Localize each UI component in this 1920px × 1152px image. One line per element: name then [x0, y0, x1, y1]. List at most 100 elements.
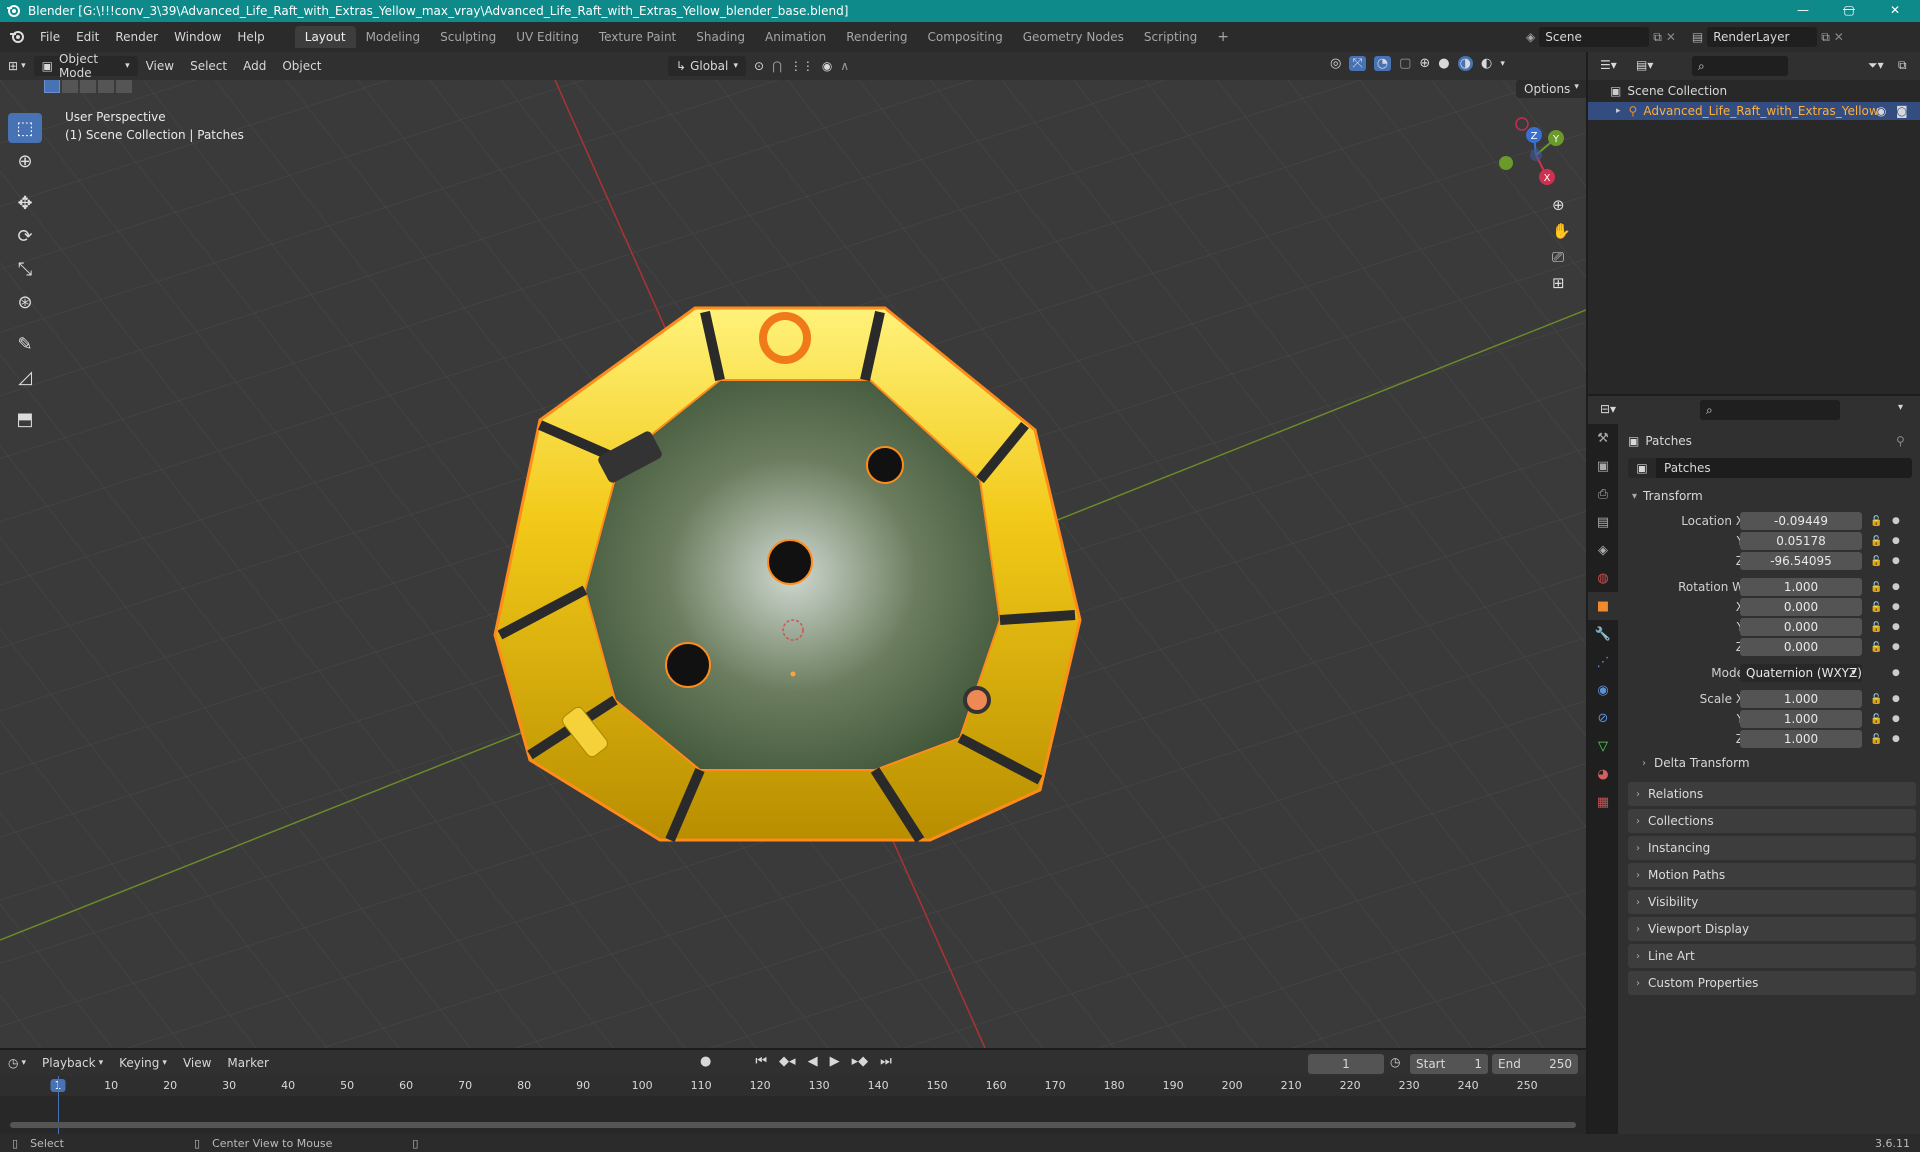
pan-hand-icon[interactable]: ✋ [1552, 222, 1571, 240]
3d-viewport[interactable]: User Perspective (1) Scene Collection | … [0, 80, 1586, 1048]
blender-menu-icon[interactable] [8, 28, 26, 46]
panel-viewport-display[interactable]: › Viewport Display [1628, 917, 1916, 941]
outliner-search-input[interactable]: ⌕ [1692, 56, 1788, 76]
menu-playback[interactable]: Playback ▾ [34, 1053, 111, 1073]
tab-scripting[interactable]: Scripting [1134, 26, 1207, 48]
keyframe-dot-icon[interactable]: ● [1892, 642, 1900, 652]
menu-file[interactable]: File [32, 30, 68, 44]
tab-compositing[interactable]: Compositing [917, 26, 1012, 48]
maximize-button[interactable]: ▢ [1826, 0, 1872, 22]
editor-type-icon[interactable]: ☰▾ [1600, 58, 1617, 72]
proportional-edit-icon[interactable]: ◉ [822, 59, 832, 73]
zoom-icon[interactable]: ⊕ [1552, 196, 1571, 214]
lock-icon[interactable]: 🔓 [1870, 714, 1882, 725]
delta-transform-header[interactable]: › Delta Transform [1642, 756, 1750, 770]
keyframe-dot-icon[interactable]: ● [1892, 516, 1900, 526]
tab-geometry-nodes[interactable]: Geometry Nodes [1013, 26, 1134, 48]
delete-layer-icon[interactable]: ✕ [1834, 30, 1844, 44]
xray-icon[interactable]: ▢ [1399, 56, 1411, 71]
lock-icon[interactable]: 🔓 [1870, 642, 1882, 653]
scene-selector[interactable]: Scene [1539, 27, 1650, 47]
current-frame-field[interactable]: 1 [1308, 1054, 1384, 1074]
neg-x-axis-handle[interactable] [1515, 117, 1529, 131]
menu-window[interactable]: Window [166, 30, 229, 44]
prev-keyframe-icon[interactable]: ◆◂ [779, 1054, 796, 1069]
axis-gizmo[interactable]: Z Y X [1490, 110, 1580, 190]
location-y-field[interactable]: 0.05178 [1740, 532, 1862, 550]
start-frame-field[interactable]: Start 1 [1410, 1054, 1488, 1074]
material-tab-icon[interactable]: ◕ [1588, 760, 1618, 788]
lock-icon[interactable]: 🔓 [1870, 622, 1882, 633]
menu-keying[interactable]: Keying ▾ [111, 1053, 175, 1073]
lock-icon[interactable]: 🔓 [1870, 536, 1882, 547]
chevron-down-icon[interactable]: ▾ [1898, 402, 1903, 413]
tab-texture-paint[interactable]: Texture Paint [589, 26, 686, 48]
keyframe-dot-icon[interactable]: ● [1892, 582, 1900, 592]
delete-scene-icon[interactable]: ✕ [1666, 30, 1676, 44]
particles-tab-icon[interactable]: ⋰ [1588, 648, 1618, 676]
jump-start-icon[interactable]: ⏮ [755, 1054, 767, 1069]
wireframe-shading-icon[interactable]: ⊕ [1419, 56, 1430, 71]
add-workspace-button[interactable]: + [1207, 25, 1239, 49]
annotate-tool[interactable]: ✎ [8, 329, 42, 359]
rotation-w-field[interactable]: 1.000 [1740, 578, 1862, 596]
new-collection-icon[interactable]: ⧉ [1898, 58, 1907, 73]
rendered-shading-icon[interactable]: ◐ [1481, 56, 1492, 71]
lock-icon[interactable]: 🔓 [1870, 556, 1882, 567]
neg-z-axis-handle[interactable] [1530, 149, 1542, 161]
object-name-field[interactable]: Patches [1656, 458, 1912, 478]
camera-icon[interactable]: ◙ [1896, 104, 1908, 118]
scale-z-field[interactable]: 1.000 [1740, 730, 1862, 748]
editor-type-icon[interactable]: ⊟▾ [1600, 402, 1616, 416]
keyframe-dot-icon[interactable]: ● [1892, 714, 1900, 724]
panel-instancing[interactable]: › Instancing [1628, 836, 1916, 860]
constraints-tab-icon[interactable]: ⊘ [1588, 704, 1618, 732]
rotation-z-field[interactable]: 0.000 [1740, 638, 1862, 656]
transform-panel-header[interactable]: ▾ Transform [1628, 484, 1916, 508]
output-tab-icon[interactable]: ⎙ [1588, 480, 1618, 508]
measure-tool[interactable]: ◿ [8, 362, 42, 392]
location-x-field[interactable]: -0.09449 [1740, 512, 1862, 530]
panel-custom-properties[interactable]: › Custom Properties [1628, 971, 1916, 995]
transform-tool[interactable]: ⊛ [8, 287, 42, 317]
falloff-icon[interactable]: ∧ [840, 59, 849, 73]
navigation-gizmo[interactable]: Z Y X ⊕ ✋ ⎚ ⊞ [1490, 110, 1580, 310]
overlay-toggle-icon[interactable]: ◔ [1373, 56, 1392, 71]
lock-icon[interactable]: 🔓 [1870, 582, 1882, 593]
select-new-icon[interactable] [44, 80, 60, 93]
frame-ruler[interactable]: 1102030405060708090100110120130140150160… [0, 1076, 1586, 1096]
menu-object[interactable]: Object [274, 56, 329, 76]
menu-view[interactable]: View [138, 56, 182, 76]
tool-tab-icon[interactable]: ⚒ [1588, 424, 1618, 452]
orientation-selector[interactable]: ↳ Global ▾ [668, 56, 746, 76]
menu-view[interactable]: View [175, 1053, 219, 1073]
ortho-grid-icon[interactable]: ⊞ [1552, 274, 1571, 292]
editor-type-button[interactable]: ◷ ▾ [0, 1053, 34, 1073]
outliner[interactable]: ▣ Scene Collection ▸ ⚲ Advanced_Life_Raf… [1588, 80, 1920, 394]
keyframe-dot-icon[interactable]: ● [1892, 694, 1900, 704]
outliner-item-raft[interactable]: ▸ ⚲ Advanced_Life_Raft_with_Extras_Yello… [1588, 102, 1920, 120]
keyframe-dot-icon[interactable]: ● [1892, 734, 1900, 744]
view-layer-icon[interactable]: ▤ [1692, 30, 1703, 44]
physics-tab-icon[interactable]: ◉ [1588, 676, 1618, 704]
jump-end-icon[interactable]: ⏭ [880, 1054, 892, 1069]
location-z-field[interactable]: -96.54095 [1740, 552, 1862, 570]
snap-target-icon[interactable]: ⋮⋮ [790, 59, 814, 73]
menu-select[interactable]: Select [182, 56, 235, 76]
minimize-button[interactable]: — [1780, 0, 1826, 22]
select-subtract-icon[interactable] [80, 80, 96, 93]
panel-visibility[interactable]: › Visibility [1628, 890, 1916, 914]
gizmo-toggle-icon[interactable]: ⤧ [1349, 56, 1366, 71]
select-intersect-icon[interactable] [116, 80, 132, 93]
editor-type-button[interactable]: ⊞ ▾ [0, 56, 34, 76]
select-extend-icon[interactable] [62, 80, 78, 93]
tab-rendering[interactable]: Rendering [836, 26, 917, 48]
chevron-down-icon[interactable]: ▾ [1500, 59, 1505, 69]
scale-y-field[interactable]: 1.000 [1740, 710, 1862, 728]
scene-tab-icon[interactable]: ◈ [1588, 536, 1618, 564]
scale-tool[interactable]: ⤡ [8, 254, 42, 284]
eye-icon[interactable]: ◉ [1876, 104, 1886, 118]
tab-animation[interactable]: Animation [755, 26, 836, 48]
end-frame-field[interactable]: End 250 [1492, 1054, 1578, 1074]
visibility-icon[interactable]: ◎ [1330, 56, 1341, 71]
